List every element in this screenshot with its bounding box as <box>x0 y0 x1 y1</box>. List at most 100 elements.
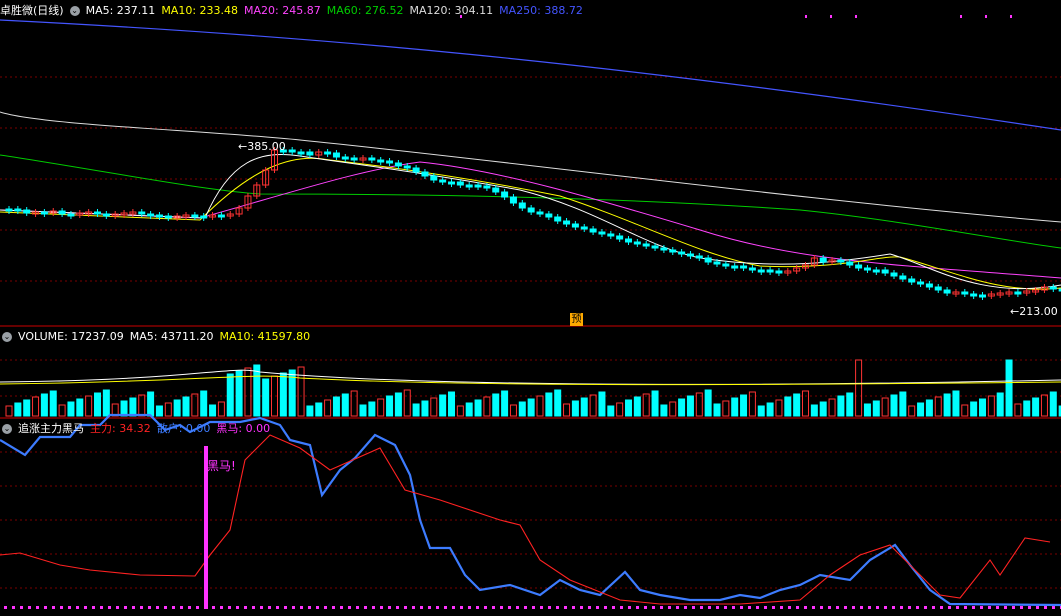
baseline-dot <box>412 606 415 609</box>
volume-bar <box>775 399 783 417</box>
chart-canvas[interactable] <box>0 0 1061 616</box>
candle-body <box>837 259 845 263</box>
baseline-dot <box>92 606 95 609</box>
volume-bar <box>996 392 1004 417</box>
baseline-dot <box>212 606 215 609</box>
forecast-badge[interactable]: 预 <box>570 313 583 326</box>
baseline-dot <box>348 606 351 609</box>
volume-bar <box>908 405 916 417</box>
baseline-dot <box>244 606 247 609</box>
candle-body <box>819 257 827 263</box>
baseline-dot <box>516 606 519 609</box>
collapse-icon[interactable]: ⌄ <box>69 6 80 16</box>
collapse-icon[interactable]: ⌄ <box>2 332 12 342</box>
baseline-dot <box>628 606 631 609</box>
baseline-dot <box>868 606 871 609</box>
baseline-dot <box>436 606 439 609</box>
candle-body <box>917 281 925 285</box>
baseline-dot <box>924 606 927 609</box>
baseline-dot <box>308 606 311 609</box>
baseline-dot <box>700 606 703 609</box>
volume-bar <box>474 399 482 417</box>
volume-bar <box>394 392 402 417</box>
indicator-lines <box>0 413 1061 609</box>
baseline-dot <box>708 606 711 609</box>
volume-bar <box>987 395 995 417</box>
candle-body <box>872 269 880 273</box>
ma250-line <box>0 19 1061 131</box>
volume-ma5: MA5: 43711.20 <box>129 330 214 343</box>
baseline-dot <box>36 606 39 609</box>
baseline-dot <box>340 606 343 609</box>
volume-bar <box>191 393 199 417</box>
candle-body <box>943 289 951 294</box>
stock-title[interactable]: 卓胜微(日线) <box>0 4 64 17</box>
candle-body <box>386 160 394 164</box>
volume-bar <box>536 395 544 417</box>
volume-bar <box>359 404 367 417</box>
baseline-dot <box>492 606 495 609</box>
volume-bar <box>580 397 588 417</box>
main-pane-header: 卓胜微(日线) ⌄ MA5: 237.11 MA10: 233.48 MA20: 245… <box>0 3 595 19</box>
candle-body <box>678 251 686 255</box>
baseline-dot <box>148 606 151 609</box>
candle-body <box>368 157 376 161</box>
baseline-dot <box>756 606 759 609</box>
volume-bar <box>32 396 40 417</box>
candle-body <box>890 272 898 277</box>
volume-bar <box>970 401 978 417</box>
baseline-dot <box>372 606 375 609</box>
baseline-dot <box>124 606 127 609</box>
candle-body <box>731 265 739 269</box>
candle-body <box>217 214 225 218</box>
baseline-dot <box>196 606 199 609</box>
volume-bar <box>324 399 332 417</box>
baseline-dot <box>524 606 527 609</box>
candle-body <box>863 267 871 271</box>
volume-bar <box>704 389 712 417</box>
volume-bar <box>890 394 898 417</box>
volume-bar <box>368 401 376 417</box>
volume-bars[interactable] <box>0 359 1061 417</box>
baseline-dot <box>892 606 895 609</box>
candle-body <box>501 191 509 198</box>
volume-bar <box>934 396 942 417</box>
candle-body <box>191 214 199 218</box>
baseline-dot <box>1044 606 1047 609</box>
baseline-dot <box>292 606 295 609</box>
volume-bar <box>598 391 606 417</box>
candle-body <box>616 235 624 240</box>
baseline-dot <box>388 606 391 609</box>
candle-body <box>766 269 774 273</box>
indicator-title[interactable]: 追涨主力黑马 <box>18 422 84 435</box>
ma10-line <box>0 157 1061 290</box>
collapse-icon[interactable]: ⌄ <box>2 424 12 434</box>
volume-bar <box>85 395 93 417</box>
volume-bar <box>899 391 907 417</box>
candle-body <box>147 213 155 217</box>
volume-bar <box>563 403 571 417</box>
baseline-dot <box>188 606 191 609</box>
volume-bar <box>863 403 871 417</box>
volume-bar <box>925 399 933 417</box>
candle-body <box>40 211 48 215</box>
baseline-dot <box>180 606 183 609</box>
volume-bar <box>430 397 438 417</box>
ma-legend-item: MA20: 245.87 <box>244 4 321 17</box>
candle-body <box>306 151 314 156</box>
volume-bar <box>1049 391 1057 417</box>
candle-body <box>633 241 641 245</box>
volume-bar <box>518 401 526 417</box>
candle-body <box>669 249 677 253</box>
candle-body <box>660 247 668 251</box>
baseline-dot <box>724 606 727 609</box>
baseline-dot <box>644 606 647 609</box>
volume-bar <box>554 389 562 417</box>
baseline-dot <box>884 606 887 609</box>
volume-bar <box>917 402 925 417</box>
volume-bar <box>23 399 31 417</box>
volume-bar <box>297 366 305 417</box>
volume-bar <box>501 390 509 417</box>
baseline-dot <box>28 606 31 609</box>
baseline-dot <box>332 606 335 609</box>
